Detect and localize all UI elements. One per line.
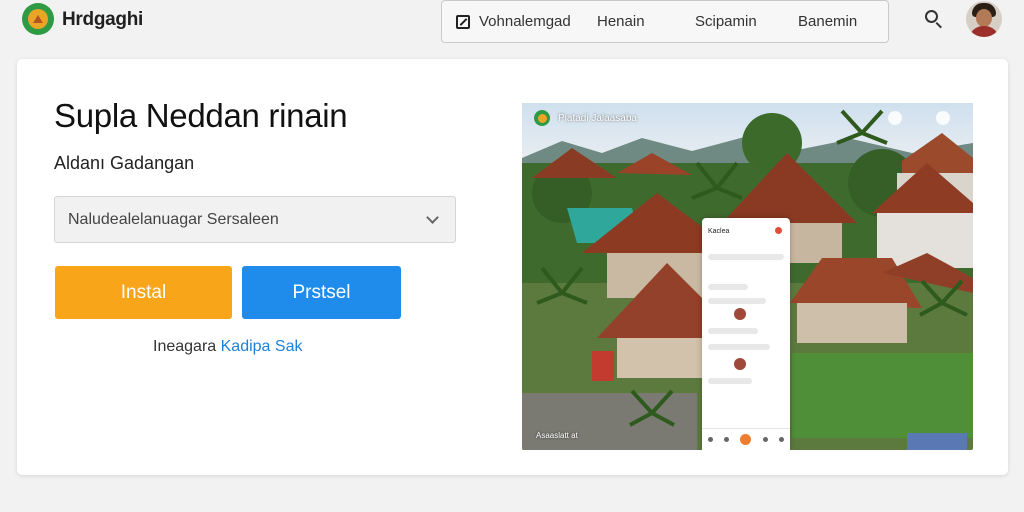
phone-line <box>708 298 766 304</box>
select-value: Naludealelanuagar Sersaleen <box>68 210 279 228</box>
preview-settings-icon <box>936 111 950 125</box>
nav-item-3-label: Scipamin <box>695 13 757 30</box>
logo-emblem-icon <box>28 9 48 29</box>
app-logo[interactable] <box>22 3 54 35</box>
brand-name[interactable]: Hrdgaghi <box>62 9 143 31</box>
phone-line <box>708 378 752 384</box>
nav-item-3[interactable]: Scipamin <box>695 13 798 30</box>
hint-link[interactable]: Kadipa Sak <box>221 338 303 355</box>
search-icon[interactable] <box>924 9 946 31</box>
hint-label: Ineagara <box>153 338 217 355</box>
region-select[interactable]: Naludealelanuagar Sersaleen <box>54 196 456 243</box>
phone-mockup: Kaclea <box>702 218 790 450</box>
preview-share-icon <box>888 111 902 125</box>
page-title: Supla Neddan rinain <box>54 97 348 134</box>
phone-line <box>708 284 748 290</box>
phone-close-icon <box>775 227 782 234</box>
hint-text: Ineagara Kadipa Sak <box>153 338 302 356</box>
secondary-button[interactable]: Prstsel <box>242 266 401 319</box>
page-subtitle: Aldanı Gadangan <box>54 153 195 173</box>
nav-item-1-label: Vohnalemgad <box>479 13 571 30</box>
preview-caption: Asaaslatt at <box>536 431 578 440</box>
preview-title: Piatadi Jalaasaba <box>558 112 637 124</box>
phone-line <box>708 344 770 350</box>
user-avatar[interactable] <box>966 1 1002 37</box>
phone-title: Kaclea <box>708 228 730 235</box>
preview-header: Piatadi Jalaasaba <box>522 103 973 133</box>
chevron-down-icon <box>426 211 439 224</box>
nav-item-2[interactable]: Henain <box>597 13 695 30</box>
main-card: Supla Neddan rinain Aldanı Gadangan Nalu… <box>17 59 1008 475</box>
top-bar: Hrdgaghi Vohnalemgad Henain Scipamin Ban… <box>0 0 1024 44</box>
top-nav: Vohnalemgad Henain Scipamin Banemin <box>441 0 889 43</box>
nav-item-4-label: Banemin <box>798 13 858 30</box>
phone-line <box>708 328 758 334</box>
nav-item-4[interactable]: Banemin <box>798 13 857 30</box>
nav-item-2-label: Henain <box>597 13 645 30</box>
edit-icon <box>456 14 470 29</box>
phone-avatar <box>734 358 746 370</box>
phone-avatar <box>734 308 746 320</box>
preview-logo-icon <box>534 110 550 126</box>
phone-bottom-nav <box>702 428 790 450</box>
install-button[interactable]: Instal <box>55 266 232 319</box>
phone-search-bar <box>708 254 784 260</box>
preview-image: Piatadi Jalaasaba Kaclea Asaaslatt at <box>522 103 973 450</box>
nav-item-1[interactable]: Vohnalemgad <box>456 13 597 30</box>
